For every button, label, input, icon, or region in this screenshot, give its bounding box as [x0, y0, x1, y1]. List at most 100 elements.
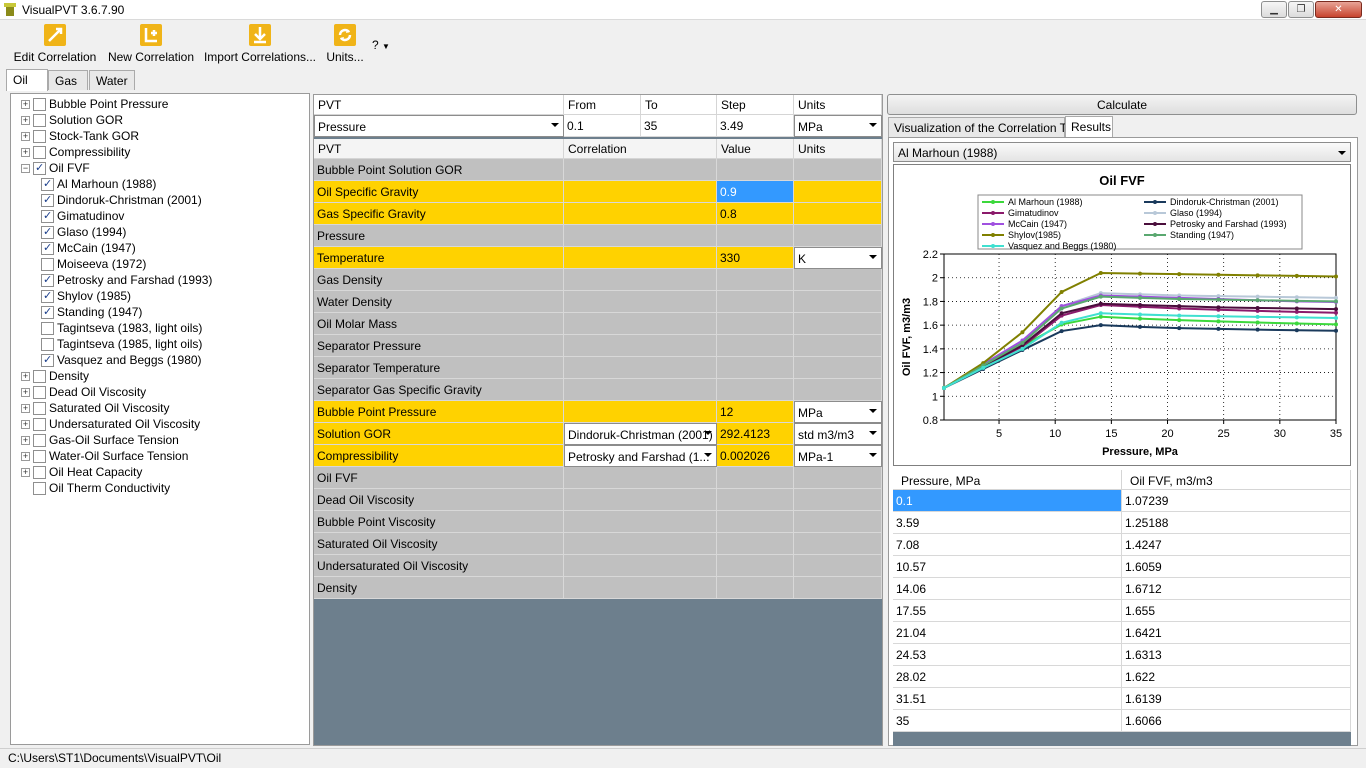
- tree-item[interactable]: + Gas-Oil Surface Tension: [21, 432, 179, 448]
- results-cell[interactable]: 24.53: [893, 644, 1122, 666]
- tree-item[interactable]: + Solution GOR: [21, 112, 123, 128]
- results-cell[interactable]: 1.6421: [1122, 622, 1351, 644]
- param-correlation[interactable]: [564, 247, 717, 269]
- expand-icon[interactable]: [21, 483, 30, 493]
- tree-checkbox[interactable]: [41, 225, 54, 239]
- param-units[interactable]: [794, 203, 882, 225]
- expand-icon[interactable]: +: [21, 147, 30, 157]
- tree-checkbox[interactable]: [41, 353, 54, 367]
- maximize-button[interactable]: ❐: [1288, 1, 1314, 18]
- param-units[interactable]: [794, 533, 882, 555]
- tree-item[interactable]: Glaso (1994): [41, 224, 126, 240]
- tree-item[interactable]: Moiseeva (1972): [41, 256, 146, 272]
- results-cell[interactable]: 1.6139: [1122, 688, 1351, 710]
- to-input[interactable]: 35: [641, 115, 717, 137]
- range-units-select[interactable]: MPa: [794, 115, 882, 137]
- minimize-button[interactable]: ▁: [1261, 1, 1287, 18]
- param-correlation[interactable]: Dindoruk-Christman (2001): [564, 423, 717, 445]
- param-units[interactable]: [794, 269, 882, 291]
- results-cell[interactable]: 1.6712: [1122, 578, 1351, 600]
- tree-checkbox[interactable]: [41, 193, 54, 207]
- tree-item[interactable]: + Density: [21, 368, 89, 384]
- param-correlation[interactable]: [564, 401, 717, 423]
- param-correlation[interactable]: [564, 379, 717, 401]
- results-cell[interactable]: 28.02: [893, 666, 1122, 688]
- param-value[interactable]: [717, 511, 794, 533]
- param-units[interactable]: [794, 159, 882, 181]
- param-units[interactable]: K: [794, 247, 882, 269]
- tree-checkbox[interactable]: [41, 177, 54, 191]
- tree-item[interactable]: + Saturated Oil Viscosity: [21, 400, 170, 416]
- tree-checkbox[interactable]: [33, 97, 46, 111]
- results-cell[interactable]: 0.1: [893, 490, 1122, 512]
- tree-checkbox[interactable]: [33, 465, 46, 479]
- tree-item[interactable]: + Stock-Tank GOR: [21, 128, 139, 144]
- results-cell[interactable]: 1.6066: [1122, 710, 1351, 732]
- tree-checkbox[interactable]: [33, 401, 46, 415]
- param-value[interactable]: 0.9: [717, 181, 794, 203]
- tree-item[interactable]: Dindoruk-Christman (2001): [41, 192, 202, 208]
- tab-oil[interactable]: Oil: [6, 69, 48, 91]
- param-value[interactable]: 12: [717, 401, 794, 423]
- param-correlation[interactable]: [564, 577, 717, 599]
- param-value[interactable]: [717, 489, 794, 511]
- tree-checkbox[interactable]: [41, 273, 54, 287]
- tree-item[interactable]: Tagintseva (1983, light oils): [41, 320, 202, 336]
- param-correlation[interactable]: [564, 181, 717, 203]
- param-value[interactable]: [717, 379, 794, 401]
- collapse-icon[interactable]: −: [21, 163, 30, 173]
- edit-correlation-button[interactable]: Edit Correlation: [10, 24, 100, 66]
- tree-checkbox[interactable]: [33, 481, 46, 495]
- param-units[interactable]: [794, 467, 882, 489]
- results-cell[interactable]: 21.04: [893, 622, 1122, 644]
- results-cell[interactable]: 7.08: [893, 534, 1122, 556]
- tree-item[interactable]: + Undersaturated Oil Viscosity: [21, 416, 200, 432]
- tree-checkbox[interactable]: [33, 369, 46, 383]
- param-correlation[interactable]: [564, 467, 717, 489]
- param-units[interactable]: MPa: [794, 401, 882, 423]
- tree-checkbox[interactable]: [41, 289, 54, 303]
- tree-checkbox[interactable]: [33, 417, 46, 431]
- results-cell[interactable]: 1.4247: [1122, 534, 1351, 556]
- expand-icon[interactable]: +: [21, 435, 30, 445]
- param-value[interactable]: [717, 555, 794, 577]
- tree-checkbox[interactable]: [33, 161, 46, 175]
- param-correlation[interactable]: [564, 313, 717, 335]
- tab-gas[interactable]: Gas: [48, 70, 88, 90]
- step-input[interactable]: 3.49: [717, 115, 794, 137]
- tree-checkbox[interactable]: [33, 129, 46, 143]
- tree-item[interactable]: Tagintseva (1985, light oils): [41, 336, 202, 352]
- tree-checkbox[interactable]: [41, 241, 54, 255]
- param-value[interactable]: 292.4123: [717, 423, 794, 445]
- param-units[interactable]: [794, 555, 882, 577]
- param-value[interactable]: [717, 269, 794, 291]
- results-cell[interactable]: 1.6313: [1122, 644, 1351, 666]
- param-units[interactable]: [794, 335, 882, 357]
- param-value[interactable]: [717, 335, 794, 357]
- results-cell[interactable]: 3.59: [893, 512, 1122, 534]
- tree-item[interactable]: − Oil FVF: [21, 160, 90, 176]
- results-cell[interactable]: 10.57: [893, 556, 1122, 578]
- tab-visualization[interactable]: Visualization of the Correlation Tree: [888, 117, 1084, 137]
- param-units[interactable]: [794, 225, 882, 247]
- expand-icon[interactable]: +: [21, 467, 30, 477]
- expand-icon[interactable]: +: [21, 115, 30, 125]
- tree-item[interactable]: Standing (1947): [41, 304, 142, 320]
- results-cell[interactable]: 14.06: [893, 578, 1122, 600]
- tree-checkbox[interactable]: [41, 337, 54, 351]
- results-cell[interactable]: 1.07239: [1122, 490, 1351, 512]
- expand-icon[interactable]: +: [21, 131, 30, 141]
- results-cell[interactable]: 1.655: [1122, 600, 1351, 622]
- param-units[interactable]: [794, 577, 882, 599]
- from-input[interactable]: 0.1: [564, 115, 641, 137]
- expand-icon[interactable]: +: [21, 451, 30, 461]
- import-correlations-button[interactable]: Import Correlations...: [202, 24, 318, 66]
- results-cell[interactable]: 1.622: [1122, 666, 1351, 688]
- tree-item[interactable]: + Dead Oil Viscosity: [21, 384, 146, 400]
- tree-checkbox[interactable]: [33, 113, 46, 127]
- param-value[interactable]: [717, 225, 794, 247]
- param-value[interactable]: 330: [717, 247, 794, 269]
- param-units[interactable]: [794, 379, 882, 401]
- param-units[interactable]: [794, 291, 882, 313]
- results-cell[interactable]: 35: [893, 710, 1122, 732]
